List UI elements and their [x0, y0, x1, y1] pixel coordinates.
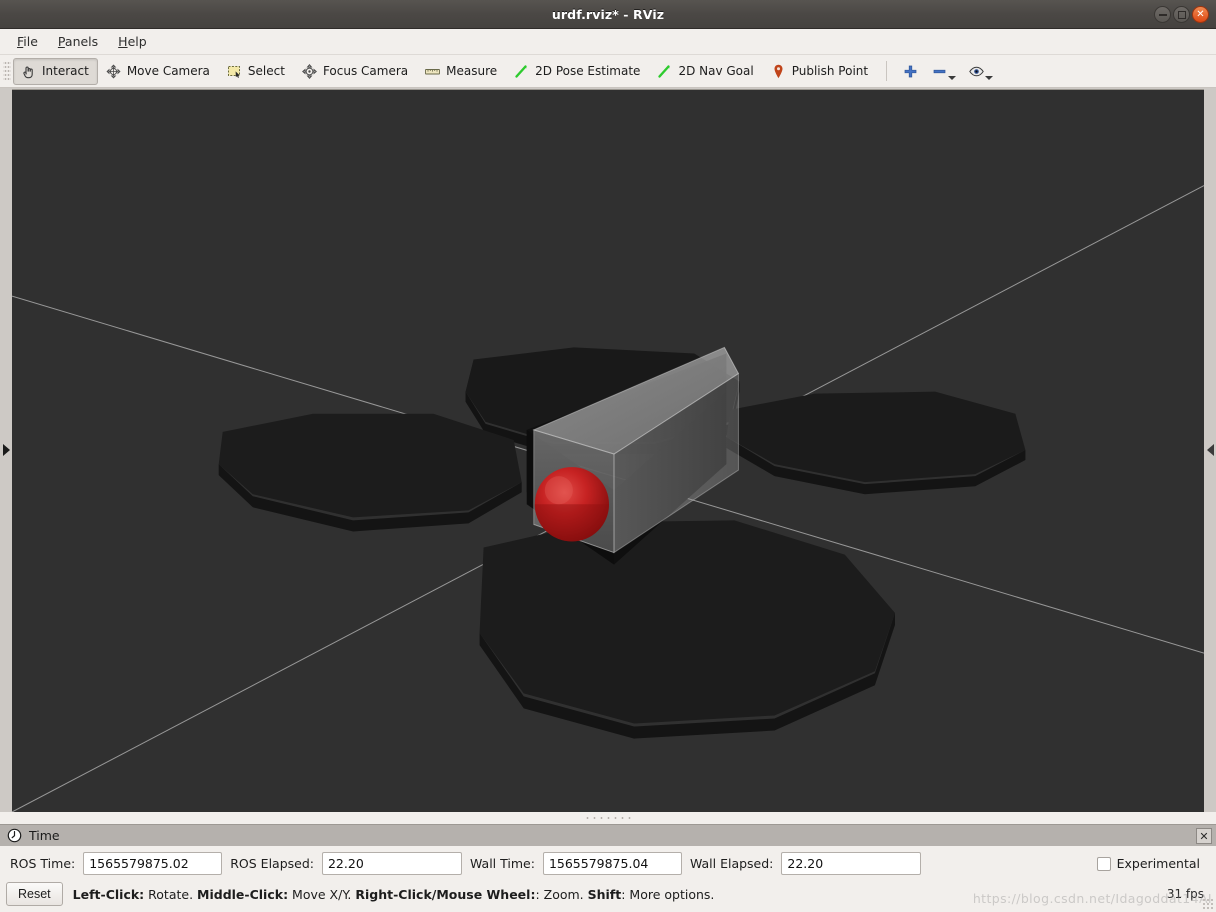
clock-icon	[6, 827, 23, 844]
menu-panels[interactable]: Panels	[49, 31, 107, 52]
horizontal-splitter[interactable]	[0, 812, 1216, 824]
window-titlebar: urdf.rviz* - RViz ✕	[0, 0, 1216, 29]
tool-2d-nav-goal-label: 2D Nav Goal	[678, 64, 754, 78]
wall-elapsed-input[interactable]: 22.20	[781, 852, 922, 875]
close-button[interactable]: ✕	[1192, 6, 1209, 23]
move-camera-icon	[105, 63, 122, 80]
tool-focus-camera-label: Focus Camera	[322, 64, 409, 78]
time-panel-title: Time	[29, 828, 60, 843]
hint-seg-6: Shift	[587, 886, 622, 902]
hint-seg-2: Middle-Click:	[197, 886, 289, 902]
tool-focus-camera[interactable]: Focus Camera	[294, 58, 417, 85]
tool-interact[interactable]: Interact	[13, 57, 98, 85]
tool-move-camera[interactable]: Move Camera	[98, 58, 219, 85]
menu-panels-rest: anels	[64, 34, 99, 49]
wall-time-label: Wall Time:	[469, 856, 535, 871]
expand-left-panel-arrow-icon	[2, 444, 10, 456]
left-panel-expander[interactable]	[0, 88, 12, 812]
eye-icon	[968, 63, 985, 80]
experimental-checkbox-group[interactable]: Experimental	[1096, 856, 1208, 871]
menu-file[interactable]: File	[8, 31, 47, 52]
ros-time-label: ROS Time:	[10, 856, 76, 871]
hint-seg-1: Rotate.	[144, 886, 198, 902]
center-area	[0, 88, 1216, 812]
menu-panels-mnemonic: P	[57, 34, 65, 49]
red-sphere-marker	[534, 467, 610, 542]
ruler-icon	[424, 63, 441, 80]
hint-seg-7: : More options.	[621, 886, 715, 902]
tool-select[interactable]: Select	[219, 58, 294, 85]
ros-elapsed-label: ROS Elapsed:	[230, 856, 314, 871]
resize-grip[interactable]	[1202, 898, 1214, 910]
visibility-button[interactable]	[962, 59, 999, 84]
fps-counter: 31 fps	[1166, 887, 1204, 901]
minimize-button[interactable]	[1154, 6, 1171, 23]
hint-seg-5: : Zoom.	[535, 886, 588, 902]
maximize-button[interactable]	[1173, 6, 1190, 23]
wall-elapsed-label: Wall Elapsed:	[689, 856, 774, 871]
remove-tool-button[interactable]	[925, 59, 962, 84]
menu-help[interactable]: Help	[109, 31, 156, 52]
menubar: File Panels Help	[0, 29, 1216, 55]
main-toolbar: Interact Move Camera Select Focus Camera…	[0, 55, 1216, 88]
pose-arrow-icon	[513, 63, 530, 80]
tool-2d-pose-estimate[interactable]: 2D Pose Estimate	[506, 58, 649, 85]
nav-goal-arrow-icon	[656, 63, 673, 80]
tool-measure[interactable]: Measure	[417, 58, 506, 85]
minus-icon	[931, 63, 948, 80]
wall-time-input[interactable]: 1565579875.04	[542, 852, 682, 875]
tool-2d-nav-goal[interactable]: 2D Nav Goal	[649, 58, 762, 85]
toolbar-separator	[886, 61, 888, 81]
ros-elapsed-input[interactable]: 22.20	[321, 852, 462, 875]
status-bar: Reset Left-Click: Rotate. Middle-Click: …	[0, 880, 1216, 912]
time-panel-header: Time ✕	[0, 824, 1216, 846]
hint-seg-0: Left-Click:	[72, 886, 145, 902]
scene-3d	[12, 90, 1204, 812]
rviz-window: urdf.rviz* - RViz ✕ File Panels Help Int…	[0, 0, 1216, 912]
toolbar-drag-handle[interactable]	[3, 60, 11, 82]
add-tool-button[interactable]	[896, 59, 925, 84]
window-controls: ✕	[1154, 0, 1209, 29]
splitter-grip	[584, 816, 632, 820]
hint-seg-4: Right-Click/Mouse Wheel:	[355, 886, 536, 902]
tool-publish-point[interactable]: Publish Point	[763, 58, 877, 85]
reset-button[interactable]: Reset	[6, 882, 63, 906]
experimental-label: Experimental	[1116, 856, 1200, 871]
tool-measure-label: Measure	[446, 64, 498, 78]
hand-cursor-icon	[20, 63, 37, 80]
time-panel-close-icon[interactable]: ✕	[1196, 828, 1212, 844]
tool-select-label: Select	[247, 64, 285, 78]
mouse-hint-text: Left-Click: Rotate. Middle-Click: Move X…	[73, 887, 715, 902]
ros-time-input[interactable]: 1565579875.02	[83, 852, 223, 875]
window-title: urdf.rviz* - RViz	[551, 6, 665, 22]
menu-help-mnemonic: H	[118, 34, 128, 49]
tool-interact-label: Interact	[42, 64, 89, 78]
tool-move-camera-label: Move Camera	[126, 64, 210, 78]
expand-right-panel-arrow-icon	[1206, 444, 1214, 456]
tool-publish-point-label: Publish Point	[791, 64, 869, 78]
render-viewport-3d[interactable]	[12, 89, 1204, 812]
map-pin-icon	[770, 63, 787, 80]
hint-seg-3: Move X/Y.	[288, 886, 356, 902]
right-panel-expander[interactable]	[1204, 88, 1216, 812]
time-fields-row: ROS Time: 1565579875.02 ROS Elapsed: 22.…	[0, 846, 1216, 880]
focus-camera-icon	[301, 63, 318, 80]
time-panel-body: ROS Time: 1565579875.02 ROS Elapsed: 22.…	[0, 846, 1216, 912]
tool-2d-pose-estimate-label: 2D Pose Estimate	[535, 64, 641, 78]
plus-icon	[902, 63, 919, 80]
chevron-down-icon[interactable]	[985, 75, 994, 80]
chevron-down-icon[interactable]	[948, 75, 957, 80]
select-rectangle-icon	[226, 63, 243, 80]
viewport-wrapper	[12, 88, 1204, 812]
menu-file-rest: ile	[23, 34, 38, 49]
experimental-checkbox[interactable]	[1096, 856, 1111, 871]
menu-help-rest: elp	[127, 34, 147, 49]
